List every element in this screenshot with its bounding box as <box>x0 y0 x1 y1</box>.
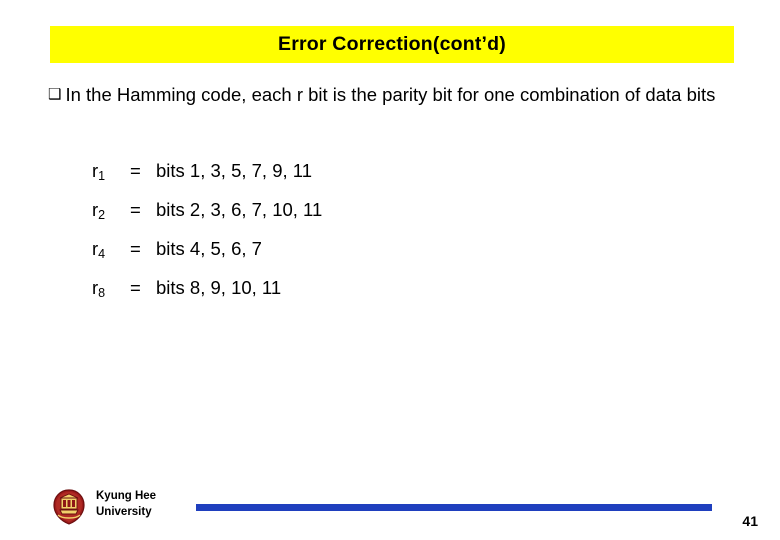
list-item: r1 = bits 1, 3, 5, 7, 9, 11 <box>92 160 692 199</box>
list-item: r4 = bits 4, 5, 6, 7 <box>92 238 692 277</box>
list-item: r2 = bits 2, 3, 6, 7, 10, 11 <box>92 199 692 238</box>
bullet-item: ❑ In the Hamming code, each r bit is the… <box>48 82 748 109</box>
bullet-square-icon: ❑ <box>48 86 62 103</box>
list-item: r8 = bits 8, 9, 10, 11 <box>92 277 692 316</box>
equation-list: r1 = bits 1, 3, 5, 7, 9, 11 r2 = bits 2,… <box>92 160 692 316</box>
equation-label-subscript: 1 <box>98 169 106 183</box>
equation-label-subscript: 2 <box>98 208 106 222</box>
page-title: Error Correction(cont’d) <box>278 33 506 55</box>
equation-value: bits 2, 3, 6, 7, 10, 11 <box>156 199 323 220</box>
bullet-item-text: In the Hamming code, each r bit is the p… <box>65 84 716 105</box>
equation-label-subscript: 8 <box>98 286 106 300</box>
footer-organization: Kyung Hee University <box>96 489 156 520</box>
equation-value: bits 1, 3, 5, 7, 9, 11 <box>156 160 312 181</box>
equals-sign: = <box>130 199 141 220</box>
equals-sign: = <box>130 238 141 259</box>
equation-value: bits 8, 9, 10, 11 <box>156 277 282 298</box>
equation-value: bits 4, 5, 6, 7 <box>156 238 262 259</box>
page-number: 41 <box>742 513 758 529</box>
footer-divider <box>196 504 712 511</box>
footer-organization-line2: University <box>96 505 152 518</box>
equation-label: r2 <box>92 199 130 222</box>
equals-sign: = <box>130 160 141 181</box>
slide-title-bar: Error Correction(cont’d) <box>50 26 734 63</box>
equation-label: r8 <box>92 277 130 300</box>
equation-label: r4 <box>92 238 130 261</box>
footer-organization-line1: Kyung Hee <box>96 490 157 502</box>
equation-label-subscript: 4 <box>98 247 106 261</box>
equation-label: r1 <box>92 160 130 183</box>
university-logo-icon <box>52 489 86 525</box>
equals-sign: = <box>130 277 141 298</box>
slide: Error Correction(cont’d) ❑ In the Hammin… <box>0 0 780 540</box>
